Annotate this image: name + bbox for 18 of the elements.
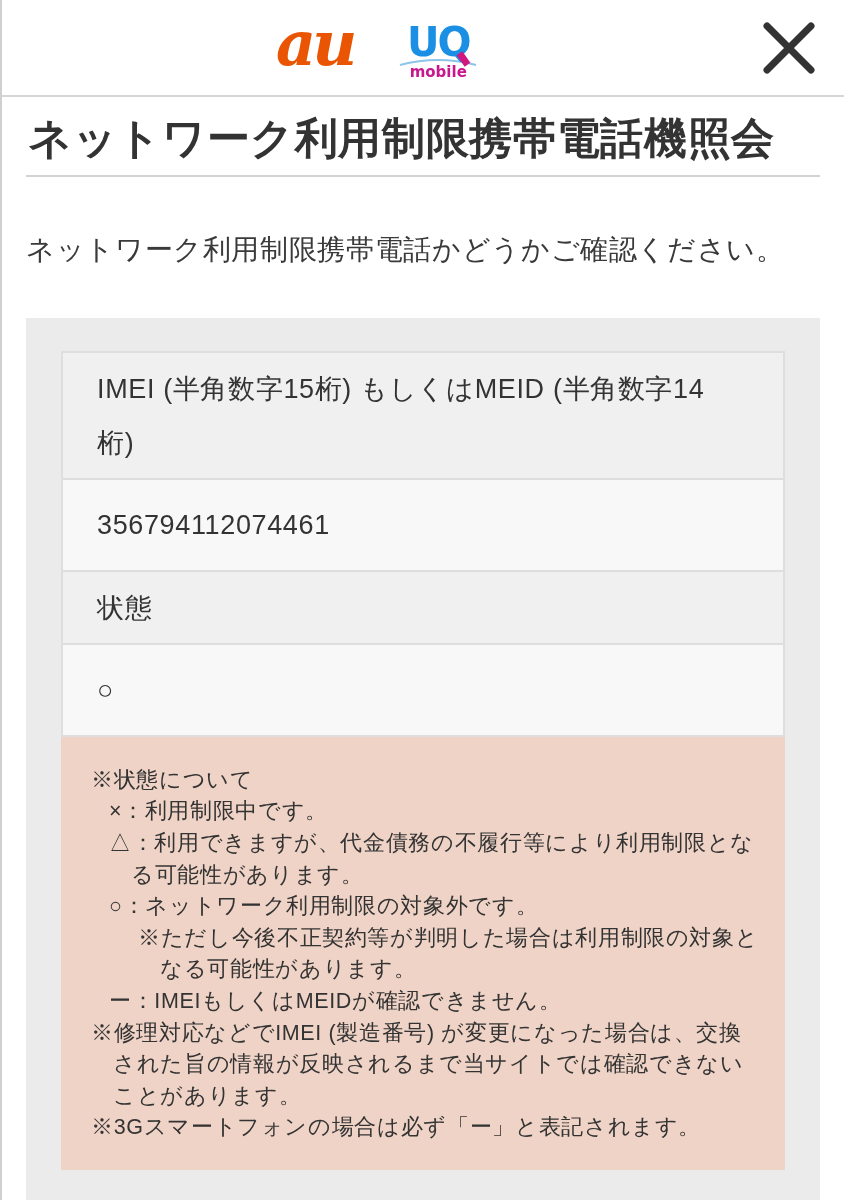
remark-note: ※修理対応などでIMEI (製造番号) が変更になった場合は、交換された旨の情報が反映されるまで当サイトでは確認できないことがあります。 bbox=[91, 1019, 745, 1110]
description-text: ネットワーク利用制限携帯電話かどうかご確認ください。 bbox=[26, 232, 786, 267]
close-button[interactable] bbox=[762, 20, 816, 75]
status-note: ×：利用制限中です。 bbox=[109, 798, 329, 826]
field-label: 状態 bbox=[63, 571, 783, 645]
note-heading: ※状態について bbox=[91, 766, 255, 794]
remark-note: ※3Gスマートフォンの場合は必ず「ー」と表記されます。 bbox=[91, 1114, 703, 1142]
field-label: IMEI (半角数字15桁) もしくはMEID (半角数字14桁) bbox=[63, 352, 783, 480]
field-value: ○ bbox=[63, 644, 783, 737]
au-logo: au bbox=[276, 12, 355, 82]
status-note: ○：ネットワーク利用制限の対象外です。 bbox=[109, 893, 540, 921]
status-note: △：利用できますが、代金債務の不履行等により利用制限となる可能性があります。 bbox=[109, 830, 756, 889]
status-note: ー：IMEIもしくはMEIDが確認できません。 bbox=[109, 988, 563, 1016]
uq-mobile-logo: UQ mobile bbox=[399, 21, 478, 80]
page-title: ネットワーク利用制限携帯電話機照会 bbox=[26, 97, 820, 177]
close-icon bbox=[762, 20, 816, 75]
status-subnote: ※ただし今後不正契約等が判明した場合は利用制限の対象となる可能性があります。 bbox=[138, 924, 760, 984]
field-value: 356794112074461 bbox=[63, 479, 783, 572]
